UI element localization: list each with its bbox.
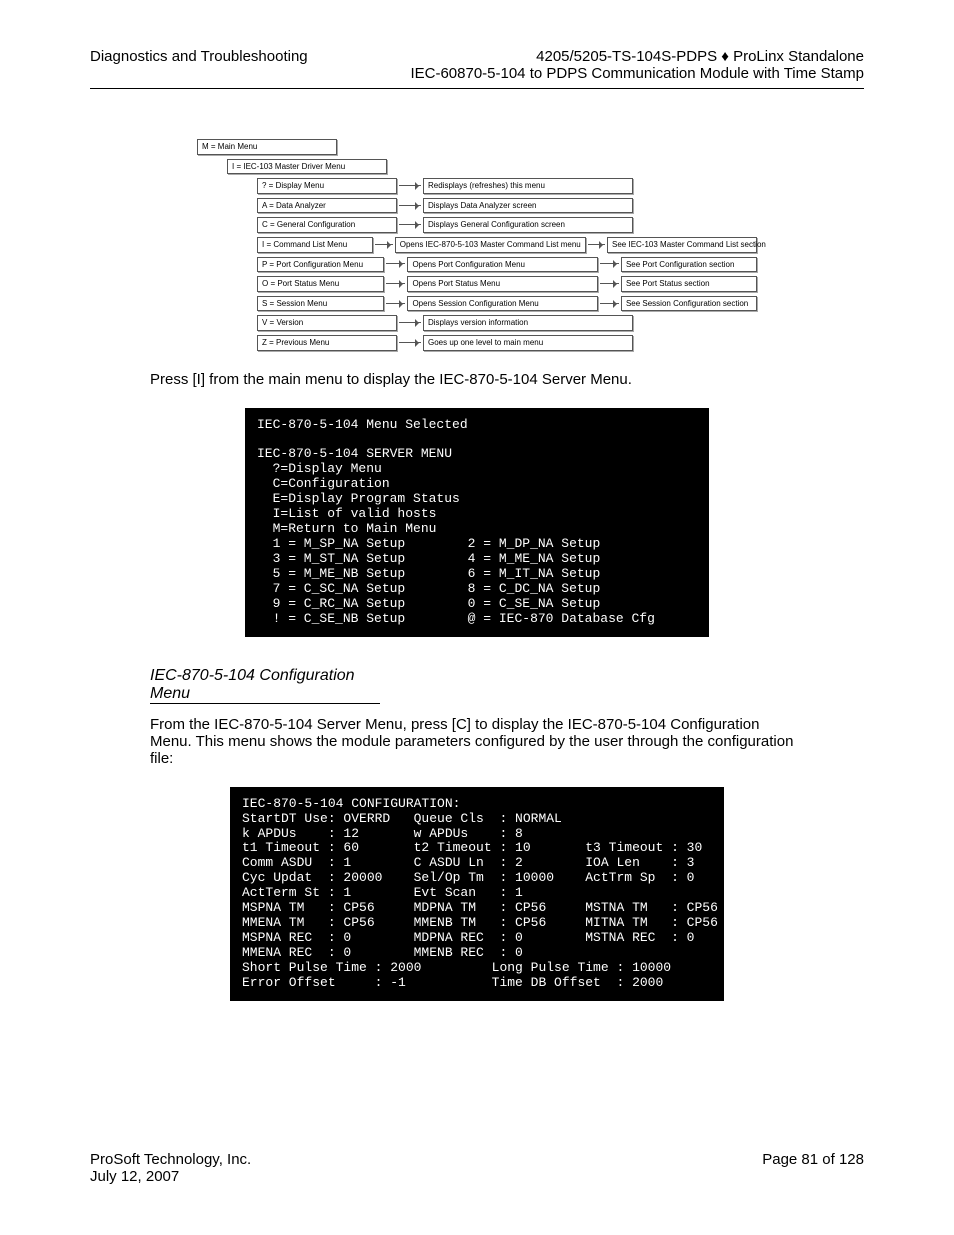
diagram-node: C = General Configuration [257,217,397,233]
diagram-ref: See Session Configuration section [621,296,757,312]
diagram-desc: Redisplays (refreshes) this menu [423,178,633,194]
diagram-desc: Opens Session Configuration Menu [407,296,597,312]
footer-page: Page 81 of 128 [762,1151,864,1185]
diagram-node: O = Port Status Menu [257,276,384,292]
body-paragraph-2: From the IEC-870-5-104 Server Menu, pres… [150,716,804,767]
header-right-1: 4205/5205-TS-104S-PDPS ♦ ProLinx Standal… [410,48,864,65]
diagram-node: S = Session Menu [257,296,384,312]
diagram-desc: Opens Port Status Menu [407,276,597,292]
diagram-node: A = Data Analyzer [257,198,397,214]
diagram-ref: See Port Configuration section [621,257,757,273]
terminal-configuration: IEC-870-5-104 CONFIGURATION: StartDT Use… [230,787,724,1001]
page-header: Diagnostics and Troubleshooting 4205/520… [90,48,864,82]
diagram-node: Z = Previous Menu [257,335,397,351]
diagram-desc: Displays Data Analyzer screen [423,198,633,214]
arrow-icon [384,279,407,289]
arrow-icon [397,318,423,328]
diagram-root: M = Main Menu [197,139,337,155]
header-left: Diagnostics and Troubleshooting [90,48,308,82]
page-footer: ProSoft Technology, Inc. July 12, 2007 P… [90,1151,864,1185]
body-paragraph-1: Press [I] from the main menu to display … [150,371,804,388]
diagram-node: ? = Display Menu [257,178,397,194]
diagram-desc: Displays version information [423,315,633,331]
terminal-server-menu: IEC-870-5-104 Menu Selected IEC-870-5-10… [245,408,709,637]
arrow-icon [598,259,621,269]
header-right-2: IEC-60870-5-104 to PDPS Communication Mo… [410,65,864,82]
arrow-icon [397,201,423,211]
diagram-node: P = Port Configuration Menu [257,257,384,273]
header-rule [90,88,864,89]
arrow-icon [397,181,423,191]
arrow-icon [373,240,394,250]
diagram-desc: Opens IEC-870-5-103 Master Command List … [395,237,586,253]
arrow-icon [598,279,621,289]
section-title: IEC-870-5-104 Configuration Menu [150,667,380,704]
arrow-icon [384,299,407,309]
diagram-desc: Opens Port Configuration Menu [407,257,597,273]
diagram-desc: Displays General Configuration screen [423,217,633,233]
diagram-level1: I = IEC-103 Master Driver Menu [227,159,387,175]
footer-company: ProSoft Technology, Inc. [90,1151,251,1168]
arrow-icon [397,220,423,230]
arrow-icon [384,259,407,269]
arrow-icon [397,338,423,348]
diagram-node: V = Version [257,315,397,331]
diagram-ref: See IEC-103 Master Command List section [607,237,757,253]
arrow-icon [586,240,607,250]
diagram-node: I = Command List Menu [257,237,373,253]
arrow-icon [598,299,621,309]
menu-diagram: M = Main Menu I = IEC-103 Master Driver … [197,139,757,351]
diagram-ref: See Port Status section [621,276,757,292]
diagram-desc: Goes up one level to main menu [423,335,633,351]
footer-date: July 12, 2007 [90,1168,251,1185]
